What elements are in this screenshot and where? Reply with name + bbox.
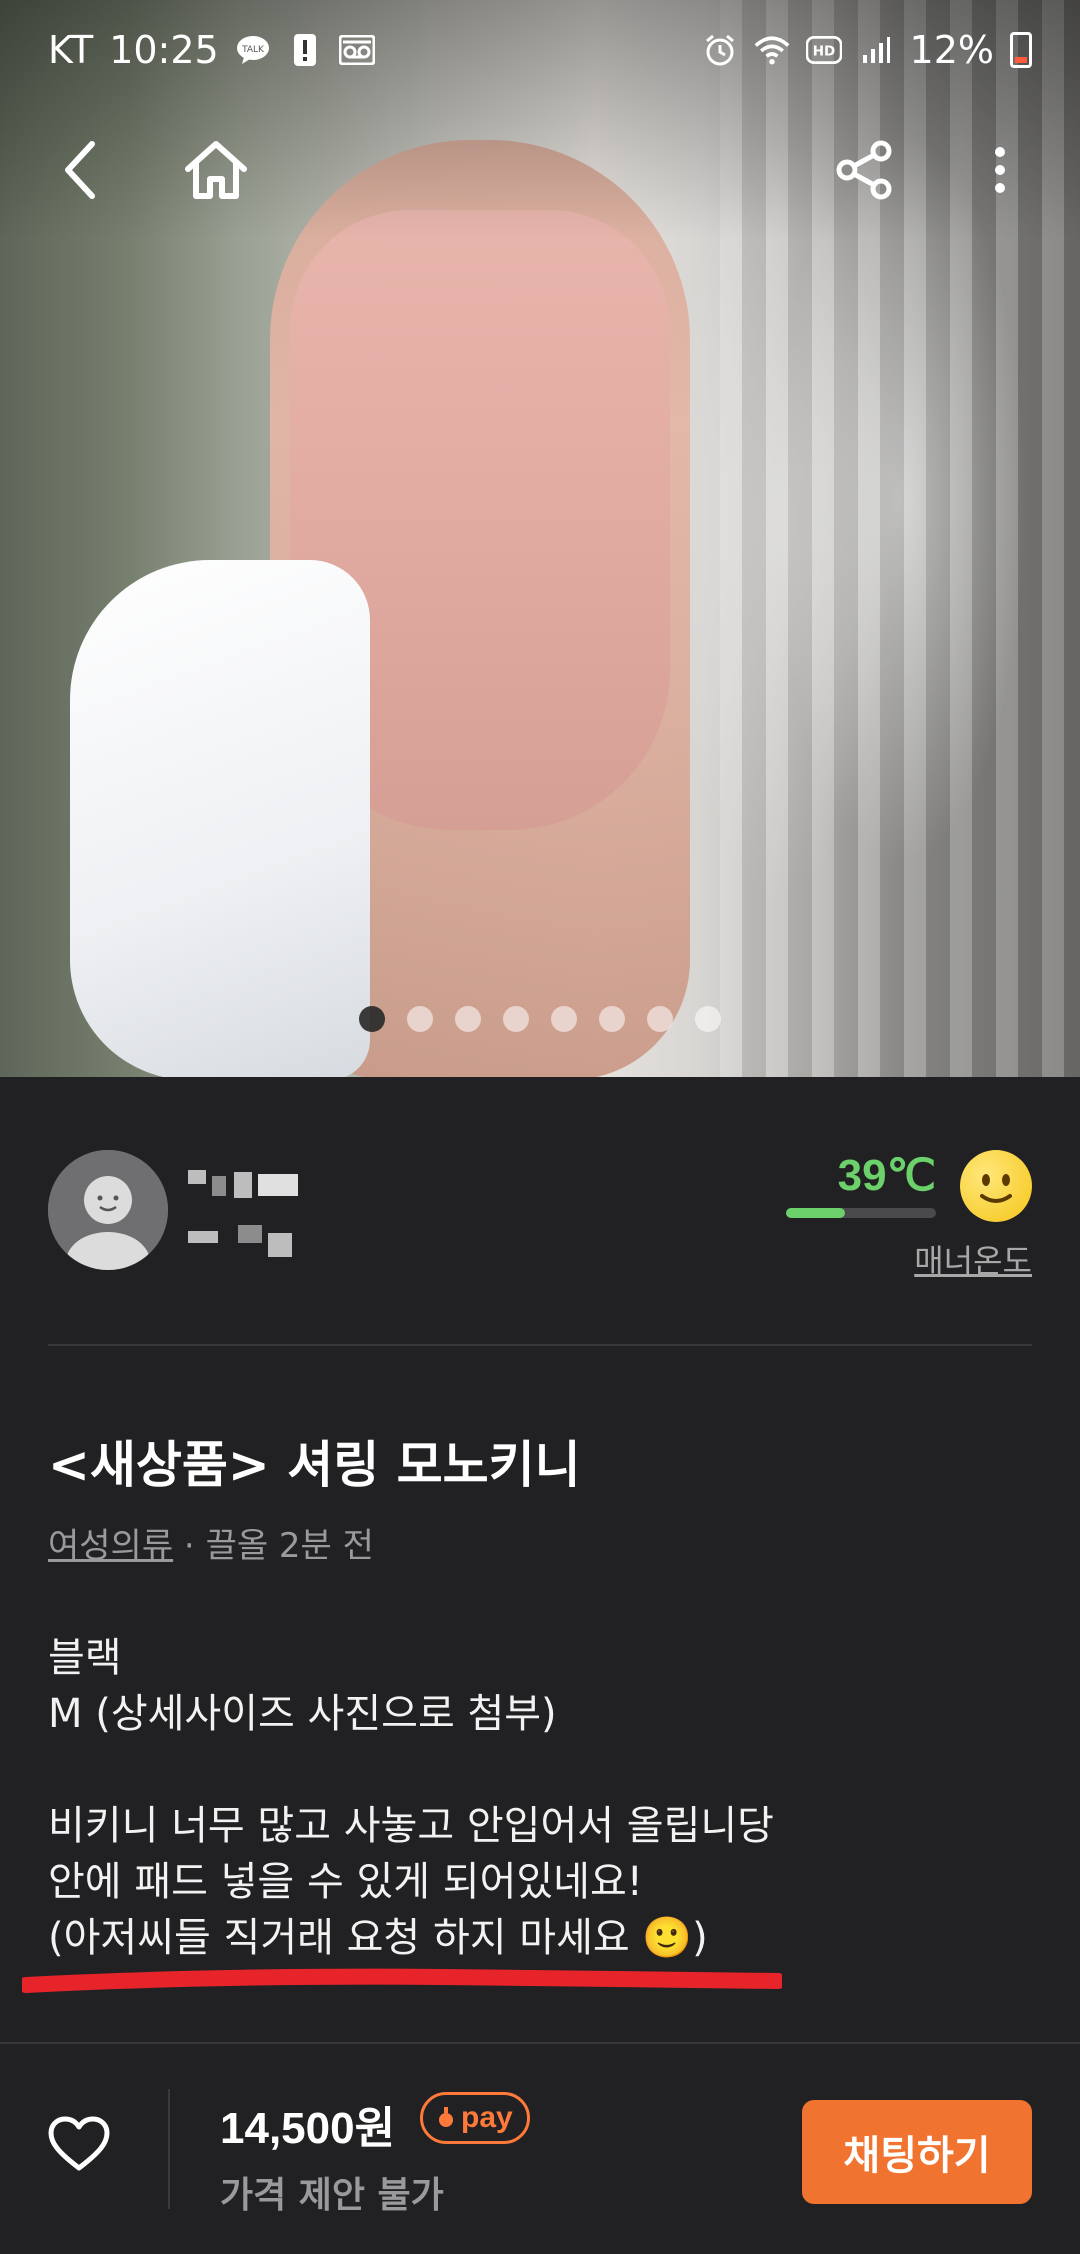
status-bar: KT 10:25 TALK HD 12%	[0, 0, 1080, 100]
smile-emoji-icon	[960, 1150, 1032, 1222]
manner-temp-label[interactable]: 매너온도	[914, 1236, 1032, 1282]
time-ago: 끌올 2분 전	[205, 1526, 374, 1566]
back-button[interactable]	[40, 130, 120, 210]
more-button[interactable]	[960, 130, 1040, 210]
carousel-dot	[647, 1006, 673, 1032]
manner-temp-bar-fill	[786, 1208, 845, 1218]
pay-logo-icon	[439, 2107, 453, 2127]
carousel-dot	[359, 1006, 385, 1032]
product-meta: 여성의류 · 끌올 2분 전	[48, 1518, 374, 1567]
svg-text:TALK: TALK	[241, 45, 265, 55]
carousel-dot	[599, 1006, 625, 1032]
pay-label: pay	[461, 2101, 513, 2134]
description-line: M (상세사이즈 사진으로 첨부)	[48, 1691, 557, 1737]
carousel-dot	[695, 1006, 721, 1032]
share-button[interactable]	[824, 130, 904, 210]
bottom-action-bar: 14,500원 pay 가격 제안 불가 채팅하기	[0, 2042, 1080, 2254]
white-shirt	[70, 560, 370, 1077]
carousel-dot	[455, 1006, 481, 1032]
seller-location-redacted	[188, 1225, 298, 1259]
price: 14,500원	[220, 2104, 396, 2153]
manner-temp-bar	[786, 1208, 936, 1218]
alert-icon	[287, 32, 323, 68]
red-underline-annotation	[22, 1968, 782, 1993]
category-link[interactable]: 여성의류	[48, 1526, 173, 1566]
divider	[48, 1344, 1032, 1346]
home-button[interactable]	[176, 130, 256, 210]
avatar[interactable]	[48, 1150, 168, 1270]
voicemail-icon	[338, 32, 375, 68]
product-title: <새상품> 셔링 모노키니	[48, 1436, 581, 1494]
battery-percent: 12%	[909, 28, 994, 72]
battery-icon	[1010, 32, 1032, 68]
seller-name-redacted	[188, 1170, 308, 1204]
manner-temp-value: 39℃	[837, 1151, 936, 1200]
description-line: (아저씨들 직거래 요청 하지 마세요 🙂)	[48, 1915, 708, 1961]
carrier: KT	[48, 28, 94, 72]
signal-icon	[858, 32, 894, 68]
description-line: 안에 패드 넣을 수 있게 되어있네요!	[48, 1859, 643, 1905]
wifi-icon	[754, 32, 790, 68]
carousel-dot	[551, 1006, 577, 1032]
clock: 10:25	[109, 28, 219, 72]
home-icon	[185, 141, 247, 199]
heart-icon	[48, 2116, 110, 2171]
carousel-dot	[407, 1006, 433, 1032]
alarm-icon	[702, 32, 738, 68]
more-vertical-icon	[995, 147, 1005, 193]
description-line: 비키니 너무 많고 사놓고 안입어서 올립니당	[48, 1803, 774, 1849]
separator	[168, 2089, 170, 2209]
meta-separator: ·	[173, 1526, 206, 1566]
like-button[interactable]	[48, 2116, 120, 2180]
hd-icon: HD	[805, 32, 842, 68]
seller-profile[interactable]: 39℃ 매너온도	[48, 1150, 1032, 1282]
manner-temperature[interactable]: 39℃ 매너온도	[772, 1150, 1032, 1282]
product-description: 블랙 M (상세사이즈 사진으로 첨부) 비키니 너무 많고 사놓고 안입어서 …	[48, 1630, 774, 1966]
share-icon	[836, 140, 892, 200]
description-line: 블랙	[48, 1635, 122, 1681]
carousel-dot	[503, 1006, 529, 1032]
pay-badge: pay	[420, 2092, 530, 2144]
carousel-indicator	[0, 1006, 1080, 1032]
chat-button[interactable]: 채팅하기	[802, 2100, 1032, 2204]
talk-icon: TALK	[235, 32, 271, 68]
top-navigation	[0, 120, 1080, 220]
price-offer-note: 가격 제안 불가	[220, 2175, 444, 2216]
svg-text:HD: HD	[812, 43, 835, 59]
chevron-left-icon	[65, 141, 95, 199]
